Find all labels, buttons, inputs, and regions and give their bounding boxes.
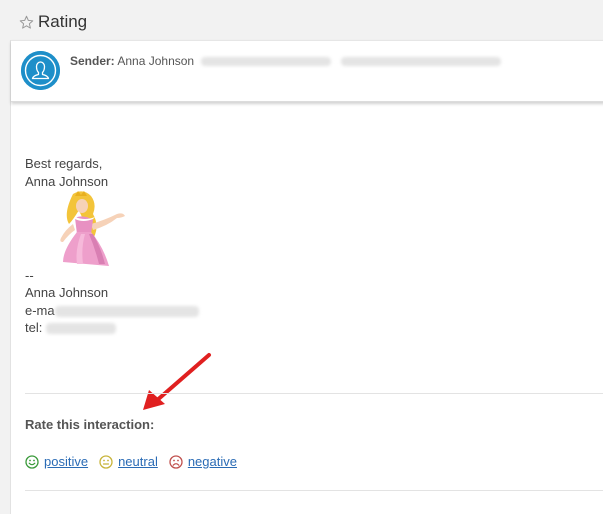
red-arrow-annotation [143,353,211,410]
divider-top [25,393,603,394]
redacted-email-value [54,306,199,318]
sender-card: Sender: Anna Johnson [11,40,603,102]
signature-phone: tel: [25,320,116,335]
user-avatar-icon [21,51,60,90]
divider-bottom [25,490,603,491]
redacted-email [201,57,332,67]
redacted-phone-value [45,323,116,335]
smiley-neutral-icon [99,454,113,469]
rating-positive-link[interactable]: positive [44,454,88,469]
signature-email-prefix: e-ma [25,303,55,318]
star-outline-icon[interactable] [19,15,34,30]
signature-separator: -- [25,268,34,283]
signature-phone-prefix: tel: [25,320,46,335]
rating-negative[interactable]: negative [169,454,237,469]
signature-email: e-ma [25,303,199,318]
rating-options: positive neutral negative [25,454,248,469]
smiley-happy-icon [25,454,39,469]
page-title: Rating [38,12,88,31]
smiley-sad-icon [169,454,183,469]
closing-name: Anna Johnson [25,174,109,189]
signature-name: Anna Johnson [25,285,109,300]
rating-neutral[interactable]: neutral [99,454,158,469]
rate-heading: Rate this interaction: [25,417,155,432]
rating-window: Rating Sender: Anna Johnson Best regards… [0,0,603,514]
closing-line: Best regards, [25,156,103,171]
sender-line: Sender: Anna Johnson [70,54,501,68]
sender-label: Sender: [70,54,115,68]
title-bar: Rating [0,0,603,44]
rating-negative-link[interactable]: negative [188,454,237,469]
princess-sticker-image [51,190,131,266]
rating-neutral-link[interactable]: neutral [118,454,158,469]
sender-name: Anna Johnson [117,54,195,68]
message-panel: Sender: Anna Johnson Best regards, Anna … [10,40,603,514]
rating-positive[interactable]: positive [25,454,88,469]
redacted-recipients [340,57,501,67]
